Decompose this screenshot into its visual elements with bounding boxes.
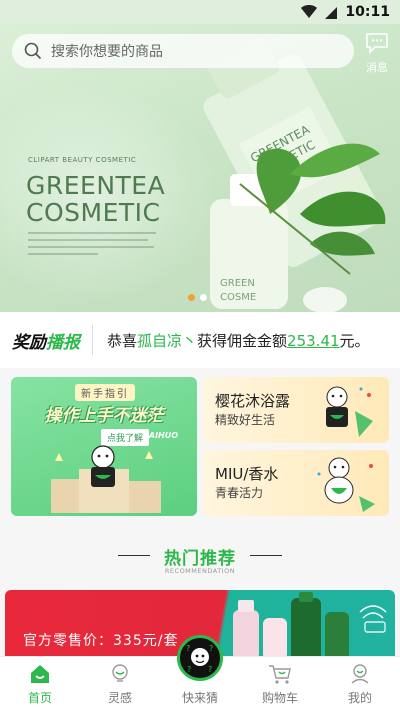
nav-item-inspiration[interactable]: 灵感 — [80, 657, 160, 710]
search-icon — [24, 42, 42, 60]
beginner-guide-card[interactable]: 新手指引 操作上手不迷茫 点我了解 CAIHUO — [11, 377, 197, 516]
svg-text:?: ? — [187, 665, 191, 674]
feature-cards: 新手指引 操作上手不迷茫 点我了解 CAIHUO 樱花沐浴露 精致好生活 MIU… — [0, 368, 400, 528]
nav-item-cart[interactable]: 购物车 — [240, 657, 320, 710]
nav-item-guess[interactable]: ? ? ? ? 快来猜 — [160, 635, 240, 710]
reward-ticker-logo: 奖励播报 — [12, 328, 80, 353]
carousel-dot-1[interactable] — [188, 294, 195, 301]
ticker-divider — [92, 325, 93, 355]
banner-fine-print — [28, 232, 158, 260]
message-label: 消息 — [366, 61, 388, 74]
reward-user-name: 孤自凉丶 — [137, 331, 198, 350]
guess-badge-icon: ? ? ? ? — [177, 635, 223, 681]
nav-label-home: 首页 — [27, 691, 52, 705]
bulb-icon — [109, 661, 131, 687]
reward-amount: 253.41 — [287, 331, 340, 350]
category-card-subtitle: 青春活力 — [215, 486, 264, 500]
category-card-shower-gel[interactable]: 樱花沐浴露 精致好生活 — [203, 377, 389, 443]
hot-recommendation-header: 热门推荐 RECOMMENDATION — [0, 528, 400, 584]
section-subtitle: RECOMMENDATION — [164, 567, 236, 575]
nav-label-cart: 购物车 — [261, 691, 298, 705]
category-card-subtitle: 精致好生活 — [215, 413, 276, 427]
banner-title: GREENTEA COSMETIC — [26, 172, 165, 226]
carousel-dot-2[interactable] — [200, 294, 207, 301]
svg-text:GREEN: GREEN — [220, 278, 255, 289]
reward-ticker: 奖励播报 恭喜孤自凉丶获得佣金金额253.41元。 — [0, 312, 400, 368]
carousel-indicator[interactable] — [188, 294, 207, 301]
guide-title: 操作上手不迷茫 — [44, 406, 164, 426]
reward-logo-part1: 奖励 — [12, 332, 46, 353]
app-screen: CLIPART BEAUTY COSMETIC GREENTEA COSMETI… — [0, 0, 400, 710]
reward-prefix: 恭喜 — [107, 331, 138, 350]
wifi-icon — [301, 5, 318, 18]
guide-brand: CAIHUO — [143, 431, 179, 440]
search-placeholder: 搜索你想要的商品 — [51, 44, 163, 60]
nav-label-profile: 我的 — [347, 691, 372, 705]
banner-subtitle: CLIPART BEAUTY COSMETIC — [28, 156, 137, 164]
svg-text:?: ? — [186, 644, 190, 653]
guide-tag: 新手指引 — [75, 384, 135, 401]
banner-title-line2: COSMETIC — [26, 198, 161, 227]
product-bottles-illustration — [233, 592, 387, 660]
home-icon — [29, 661, 51, 687]
reward-suffix: 元。 — [339, 331, 370, 350]
svg-text:COSME: COSME — [220, 292, 256, 303]
mascot-illustration — [326, 386, 373, 437]
mascot-boxes-illustration — [51, 445, 161, 513]
mascot-illustration — [317, 457, 375, 512]
message-button[interactable]: 消息 — [362, 32, 392, 75]
banner-title-line1: GREENTEA — [26, 171, 166, 200]
reward-logo-part2: 播报 — [46, 332, 80, 353]
nav-label-inspiration: 灵感 — [107, 691, 132, 705]
message-icon — [366, 33, 388, 54]
nav-label-guess: 快来猜 — [181, 691, 218, 705]
section-title: 热门推荐 — [164, 549, 236, 569]
nav-item-home[interactable]: 首页 — [0, 657, 80, 710]
signal-icon — [325, 7, 338, 19]
category-card-title: 樱花沐浴露 — [215, 392, 291, 410]
status-bar: 10:11 — [0, 0, 400, 24]
bottom-navigation: 首页 灵感 ? ? ? ? 快来猜 购物车 我的 — [0, 635, 400, 710]
status-time: 10:11 — [345, 4, 390, 20]
reward-message: 恭喜孤自凉丶获得佣金金额253.41元。 — [107, 330, 370, 351]
profile-icon — [349, 661, 371, 687]
section-divider-right — [250, 555, 282, 556]
category-card-title: MIU/香水 — [215, 465, 279, 483]
category-card-perfume[interactable]: MIU/香水 青春活力 — [203, 450, 389, 516]
reward-middle: 获得佣金金额 — [197, 331, 288, 350]
svg-text:?: ? — [209, 644, 213, 653]
nav-item-profile[interactable]: 我的 — [320, 657, 400, 710]
cart-icon — [268, 661, 292, 687]
svg-text:?: ? — [208, 665, 212, 674]
search-bar[interactable]: 搜索你想要的商品 — [12, 34, 354, 68]
promo-price-label: 官方零售价：335元/套 — [23, 633, 179, 649]
